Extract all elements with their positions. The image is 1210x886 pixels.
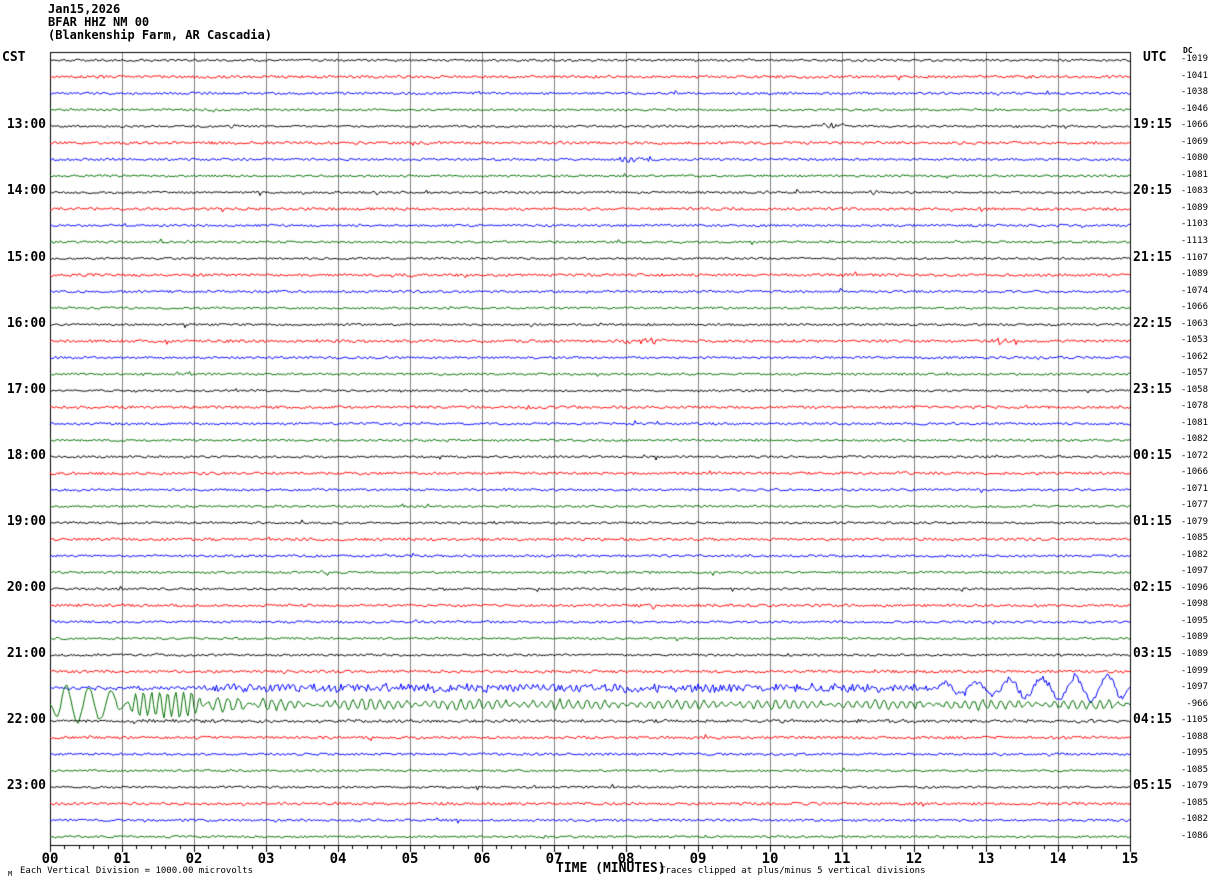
title-location: (Blankenship Farm, AR Cascadia) xyxy=(48,28,272,42)
dc-value: -1085 xyxy=(1180,764,1208,775)
dc-value: -1097 xyxy=(1180,566,1208,577)
dc-value: -1081 xyxy=(1180,417,1208,428)
dc-value: -1082 xyxy=(1180,549,1208,560)
dc-value: -1069 xyxy=(1180,136,1208,147)
dc-value: -1113 xyxy=(1180,235,1208,246)
dc-value: -1072 xyxy=(1180,450,1208,461)
dc-value: -1062 xyxy=(1180,351,1208,362)
utc-axis-label: UTC xyxy=(1143,50,1167,65)
cst-time-label: 17:00 xyxy=(6,381,46,397)
dc-value: -1098 xyxy=(1180,599,1208,610)
dc-value: -1038 xyxy=(1180,87,1208,98)
dc-value: -1095 xyxy=(1180,615,1208,626)
x-tick-label: 00 xyxy=(41,851,59,867)
dc-value: -1046 xyxy=(1180,103,1208,114)
x-tick-label: 09 xyxy=(689,851,707,867)
dc-value: -1041 xyxy=(1180,70,1208,81)
dc-value: -1071 xyxy=(1180,483,1208,494)
x-tick-label: 12 xyxy=(905,851,923,867)
dc-value: -1063 xyxy=(1180,318,1208,329)
cst-time-label: 13:00 xyxy=(6,117,46,133)
seismogram-canvas xyxy=(0,0,1210,886)
dc-value: -1057 xyxy=(1180,368,1208,379)
footer-mark: M xyxy=(8,870,13,878)
cst-time-label: 18:00 xyxy=(6,447,46,463)
dc-value: -1058 xyxy=(1180,384,1208,395)
dc-value: -1066 xyxy=(1180,467,1208,478)
x-tick-label: 02 xyxy=(185,851,203,867)
dc-value: -1081 xyxy=(1180,169,1208,180)
dc-value: -1096 xyxy=(1180,582,1208,593)
dc-value: -1099 xyxy=(1180,665,1208,676)
x-tick-label: 04 xyxy=(329,851,347,867)
x-tick-label: 10 xyxy=(761,851,779,867)
cst-axis-label: CST xyxy=(2,50,26,65)
x-tick-label: 11 xyxy=(833,851,851,867)
x-tick-label: 14 xyxy=(1049,851,1067,867)
dc-value: -1083 xyxy=(1180,186,1208,197)
dc-value: -1097 xyxy=(1180,682,1208,693)
dc-value: -1086 xyxy=(1180,830,1208,841)
dc-value: -1085 xyxy=(1180,797,1208,808)
dc-value: -1089 xyxy=(1180,269,1208,280)
dc-value: -1066 xyxy=(1180,302,1208,313)
dc-value: -1079 xyxy=(1180,516,1208,527)
helicorder-display: Jan15,2026 BFAR HHZ NM 00 (Blankenship F… xyxy=(0,0,1210,886)
cst-time-label: 20:00 xyxy=(6,579,46,595)
dc-value: -1088 xyxy=(1180,731,1208,742)
footer-left-note: Each Vertical Division = 1000.00 microvo… xyxy=(20,866,253,876)
x-tick-label: 01 xyxy=(113,851,131,867)
cst-time-label: 23:00 xyxy=(6,778,46,794)
dc-value: -1082 xyxy=(1180,814,1208,825)
dc-value: -1089 xyxy=(1180,632,1208,643)
dc-value: -1082 xyxy=(1180,434,1208,445)
cst-time-label: 14:00 xyxy=(6,183,46,199)
dc-value: -1107 xyxy=(1180,252,1208,263)
x-tick-label: 05 xyxy=(401,851,419,867)
x-tick-label: 13 xyxy=(977,851,995,867)
cst-time-label: 21:00 xyxy=(6,646,46,661)
dc-value: -1105 xyxy=(1180,715,1208,726)
dc-value: -1080 xyxy=(1180,153,1208,164)
dc-value: -1089 xyxy=(1180,202,1208,213)
dc-value: -1103 xyxy=(1180,219,1208,230)
dc-value: -1066 xyxy=(1180,120,1208,131)
cst-time-label: 22:00 xyxy=(6,712,46,728)
footer-right-note: Traces clipped at plus/minus 5 vertical … xyxy=(660,866,926,876)
x-tick-label: 15 xyxy=(1121,851,1139,867)
dc-value: -1019 xyxy=(1180,54,1208,65)
dc-value: -1074 xyxy=(1180,285,1208,296)
dc-value: -1053 xyxy=(1180,335,1208,346)
dc-value: -1078 xyxy=(1180,401,1208,412)
cst-time-label: 19:00 xyxy=(6,513,46,529)
x-tick-label: 06 xyxy=(473,851,491,867)
x-tick-label: 03 xyxy=(257,851,275,867)
dc-value: -1089 xyxy=(1180,649,1208,659)
dc-value: -1085 xyxy=(1180,533,1208,544)
dc-value: -966 xyxy=(1186,698,1208,709)
dc-value: -1095 xyxy=(1180,748,1208,759)
dc-value: -1079 xyxy=(1180,781,1208,792)
x-axis-title: TIME (MINUTES) xyxy=(556,861,666,876)
cst-time-label: 16:00 xyxy=(6,315,46,331)
cst-time-label: 15:00 xyxy=(6,249,46,265)
dc-value: -1077 xyxy=(1180,500,1208,511)
